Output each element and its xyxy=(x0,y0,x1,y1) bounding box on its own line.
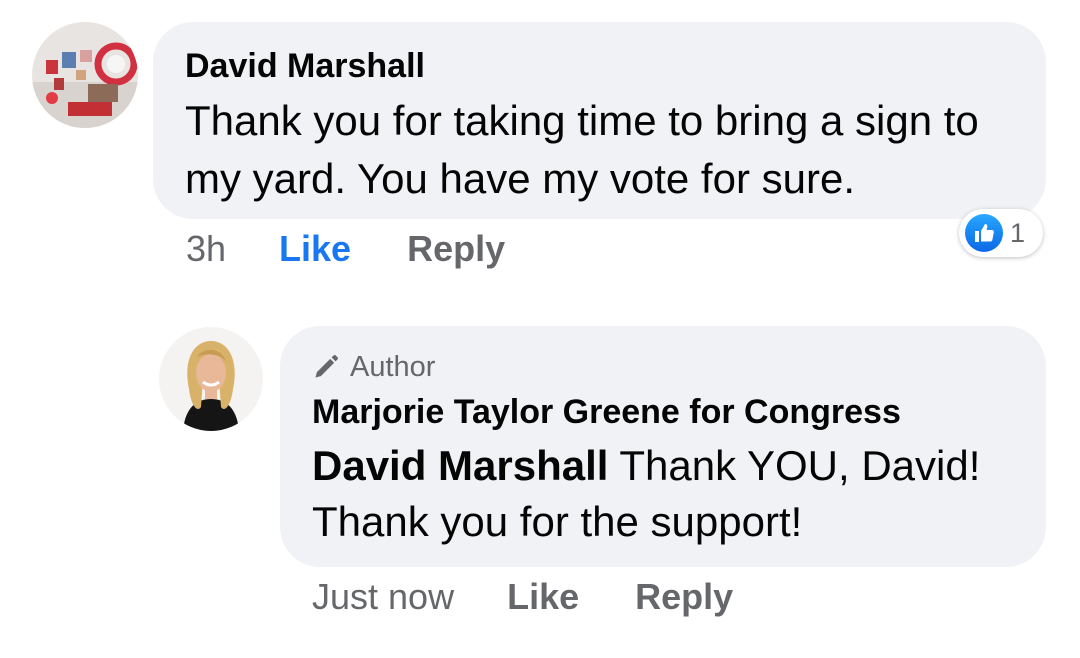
like-button[interactable]: Like xyxy=(279,228,351,270)
like-button[interactable]: Like xyxy=(507,576,579,618)
avatar-david-marshall-image xyxy=(32,22,138,128)
reaction-count: 1 xyxy=(1010,217,1026,248)
comment-text: Thank you for taking time to bring a sig… xyxy=(185,97,979,202)
commenter-name[interactable]: David Marshall xyxy=(185,46,1014,86)
comment-actions: 3h Like Reply xyxy=(186,228,505,270)
reply-timestamp[interactable]: Just now xyxy=(312,576,454,618)
avatar-page-image xyxy=(159,327,263,431)
avatar[interactable] xyxy=(159,327,263,431)
reply-text-line2: Thank you for the support! xyxy=(312,498,803,545)
author-badge: Author xyxy=(312,350,1014,384)
reply-bubble: Author Marjorie Taylor Greene for Congre… xyxy=(280,326,1046,567)
pencil-icon xyxy=(315,355,338,378)
reply-text: David Marshall Thank YOU, David! Thank y… xyxy=(312,438,1014,550)
reply-button[interactable]: Reply xyxy=(635,576,733,618)
avatar[interactable] xyxy=(32,22,138,128)
thumbs-up-icon xyxy=(965,214,1003,252)
reaction-summary[interactable]: 1 xyxy=(959,209,1043,257)
reply-button[interactable]: Reply xyxy=(407,228,505,270)
reply-author-name[interactable]: Marjorie Taylor Greene for Congress xyxy=(312,392,1014,432)
mention-link[interactable]: David Marshall xyxy=(312,442,608,489)
author-badge-label: Author xyxy=(350,351,436,383)
comment-bubble: David Marshall Thank you for taking time… xyxy=(153,22,1046,219)
comment-timestamp[interactable]: 3h xyxy=(186,228,226,270)
reply-actions: Just now Like Reply xyxy=(312,576,733,618)
reply-text-line1: Thank YOU, David! xyxy=(608,442,981,489)
